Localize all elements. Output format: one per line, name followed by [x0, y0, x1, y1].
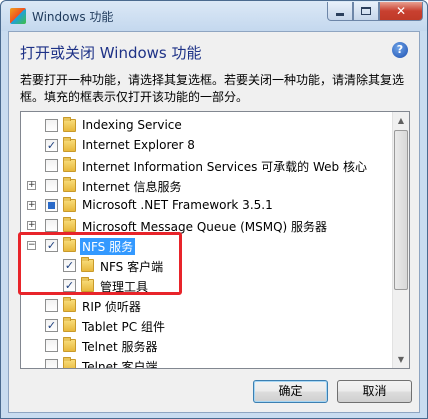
close-button[interactable]: ✕	[379, 2, 423, 21]
feature-checkbox[interactable]	[45, 299, 58, 312]
cancel-button[interactable]: 取消	[337, 380, 412, 403]
scrollbar-thumb[interactable]	[394, 130, 408, 290]
folder-icon	[63, 297, 76, 312]
feature-checkbox[interactable]	[45, 199, 58, 212]
feature-row[interactable]: Internet Information Services 可承载的 Web 核…	[21, 156, 393, 176]
maximize-icon	[361, 7, 371, 15]
feature-row[interactable]: + Internet 信息服务	[21, 176, 393, 196]
expand-icon[interactable]: +	[27, 221, 36, 230]
minimize-icon	[336, 12, 344, 16]
caption-buttons: ✕	[327, 2, 423, 22]
feature-checkbox[interactable]	[45, 179, 58, 192]
feature-row[interactable]: ✓ Tablet PC 组件	[21, 316, 393, 336]
feature-checkbox[interactable]: ✓	[45, 319, 58, 332]
feature-label[interactable]: Indexing Service	[82, 118, 182, 132]
title-bar[interactable]: Windows 功能 ✕	[1, 1, 427, 31]
feature-checkbox[interactable]	[45, 159, 58, 172]
feature-label[interactable]: Internet Information Services 可承载的 Web 核…	[82, 158, 367, 175]
feature-row[interactable]: Telnet 服务器	[21, 336, 393, 356]
feature-label[interactable]: Internet Explorer 8	[82, 138, 195, 152]
windows-logo-icon	[10, 8, 26, 24]
folder-icon	[63, 177, 76, 192]
scroll-down-icon[interactable]: ▼	[393, 351, 409, 368]
feature-label[interactable]: Microsoft .NET Framework 3.5.1	[82, 198, 273, 212]
feature-label[interactable]: Telnet 服务器	[82, 338, 158, 355]
expand-icon[interactable]: +	[27, 181, 36, 190]
window-title: Windows 功能	[32, 10, 114, 24]
highlight-annotation	[18, 232, 182, 295]
feature-label[interactable]: Telnet 客户端	[82, 358, 158, 368]
folder-icon	[63, 337, 76, 352]
page-title: 打开或关闭 Windows 功能	[20, 44, 202, 62]
feature-row[interactable]: ✓ Internet Explorer 8	[21, 136, 393, 156]
folder-icon	[63, 357, 76, 368]
feature-label[interactable]: RIP 侦听器	[82, 298, 141, 315]
windows-features-dialog: Windows 功能 ✕ 打开或关闭 Windows 功能 ? 若要打开一种功能…	[0, 0, 428, 419]
feature-checkbox[interactable]	[45, 339, 58, 352]
feature-row[interactable]: Telnet 客户端	[21, 356, 393, 368]
feature-label[interactable]: Tablet PC 组件	[82, 318, 165, 335]
feature-label[interactable]: Internet 信息服务	[82, 178, 181, 195]
feature-checkbox[interactable]: ✓	[45, 139, 58, 152]
folder-icon	[63, 117, 76, 132]
folder-icon	[63, 137, 76, 152]
feature-row[interactable]: + Microsoft .NET Framework 3.5.1	[21, 196, 393, 216]
expand-icon[interactable]: +	[27, 201, 36, 210]
feature-checkbox[interactable]	[45, 359, 58, 368]
feature-checkbox[interactable]	[45, 219, 58, 232]
maximize-button[interactable]	[353, 2, 379, 21]
folder-icon	[63, 197, 76, 212]
folder-icon	[63, 317, 76, 332]
help-icon[interactable]: ?	[392, 42, 408, 58]
client-area: 打开或关闭 Windows 功能 ? 若要打开一种功能，请选择其复选框。若要关闭…	[8, 31, 420, 413]
description-text: 若要打开一种功能，请选择其复选框。若要关闭一种功能，请清除其复选框。填充的框表示…	[20, 73, 405, 104]
feature-checkbox[interactable]	[45, 119, 58, 132]
scroll-up-icon[interactable]: ▲	[393, 112, 409, 129]
folder-icon	[63, 157, 76, 172]
minimize-button[interactable]	[327, 2, 353, 21]
feature-row[interactable]: RIP 侦听器	[21, 296, 393, 316]
ok-button[interactable]: 确定	[253, 380, 328, 403]
vertical-scrollbar[interactable]: ▲ ▼	[392, 112, 409, 368]
folder-icon	[63, 217, 76, 232]
feature-row[interactable]: Indexing Service	[21, 116, 393, 136]
close-icon: ✕	[395, 4, 407, 18]
